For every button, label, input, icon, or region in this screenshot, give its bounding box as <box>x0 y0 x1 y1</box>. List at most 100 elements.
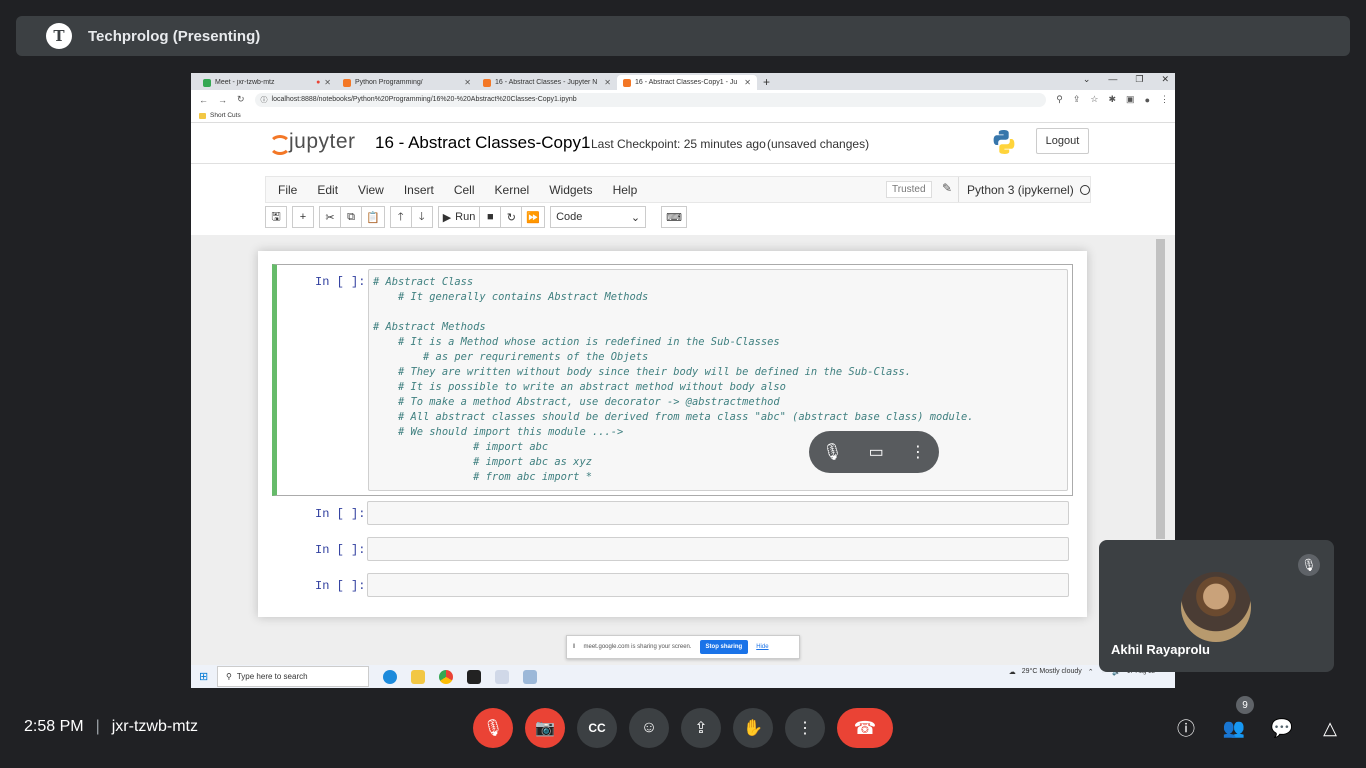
code-line: # We should import this module ...-> <box>373 426 624 438</box>
bookmark-star-icon[interactable]: ☆ <box>1090 94 1098 105</box>
code-editor[interactable] <box>367 573 1069 597</box>
menu-insert[interactable]: Insert <box>394 183 444 197</box>
browser-tab[interactable]: Python Programming/ ✕ <box>337 75 477 90</box>
participant-tile[interactable]: 🎙 Akhil Rayaprolu <box>1099 540 1334 672</box>
drag-handle-icon[interactable]: ‖ <box>573 644 575 650</box>
info-icon: ⓘ <box>260 96 268 104</box>
paste-icon[interactable]: 📋 <box>361 206 385 228</box>
edge-icon[interactable] <box>383 669 397 684</box>
restore-icon[interactable]: ❐ <box>1135 74 1143 85</box>
windows-start-icon[interactable]: ⊞ <box>199 670 208 683</box>
notepad-icon[interactable] <box>495 669 509 684</box>
code-cell-selected[interactable]: In [ ]: # Abstract Class # It generally … <box>272 264 1073 496</box>
terminal-icon[interactable] <box>467 669 481 684</box>
code-editor[interactable] <box>367 537 1069 561</box>
file-explorer-icon[interactable] <box>411 669 425 684</box>
avatar <box>1181 572 1251 642</box>
tray-chevron-icon[interactable]: ⌃ <box>1088 668 1094 676</box>
extensions-icon[interactable]: ✱ <box>1109 94 1117 105</box>
menu-view[interactable]: View <box>348 183 394 197</box>
logout-button[interactable]: Logout <box>1036 128 1089 154</box>
fast-forward-icon[interactable]: ⏩ <box>521 206 546 228</box>
minimize-icon[interactable]: — <box>1108 74 1117 85</box>
meeting-details-button[interactable]: ⓘ <box>1172 714 1200 742</box>
edit-mode-pencil-icon: ✎ <box>942 181 953 195</box>
chrome-icon[interactable] <box>439 669 453 684</box>
share-icon[interactable]: ⇪ <box>1073 94 1081 105</box>
menu-widgets[interactable]: Widgets <box>539 183 602 197</box>
keyboard-icon[interactable]: ⌨ <box>661 206 687 228</box>
windows-taskbar: ⊞ ⚲ Type here to search ☁ 29°C Mostly cl… <box>191 665 1175 688</box>
taskbar-search[interactable]: ⚲ Type here to search <box>217 666 369 687</box>
code-cell[interactable]: In [ ]: <box>272 499 1073 529</box>
profile-icon[interactable]: ● <box>1145 95 1150 105</box>
url-field[interactable]: ⓘ localhost:8888/notebooks/Python%20Prog… <box>254 92 1047 107</box>
tab-search-icon[interactable]: ⌄ <box>1083 74 1091 85</box>
menu-file[interactable]: File <box>266 183 307 197</box>
kernel-name[interactable]: Python 3 (ipykernel) <box>967 183 1074 197</box>
notebook-name[interactable]: 16 - Abstract Classes-Copy1 <box>375 133 590 153</box>
camera-toggle-button[interactable]: 📷 <box>525 708 565 748</box>
save-icon[interactable]: 🖫 <box>265 206 287 228</box>
back-icon[interactable]: ← <box>199 95 208 105</box>
tab-label: Meet - jxr-tzwb-mtz <box>215 79 275 86</box>
new-tab-icon[interactable]: + <box>757 75 776 90</box>
chat-icon: 💬 <box>1270 717 1294 738</box>
browser-tab[interactable]: 16 - Abstract Classes - Jupyter N ✕ <box>477 75 617 90</box>
jupyter-logo-icon <box>269 131 291 155</box>
activities-button[interactable]: △ <box>1316 714 1344 742</box>
bookmark-item[interactable]: Short Cuts <box>210 112 241 119</box>
code-editor[interactable]: # Abstract Class # It generally contains… <box>368 269 1068 491</box>
run-button[interactable]: ▶ Run <box>437 206 481 228</box>
menu-kernel[interactable]: Kernel <box>485 183 540 197</box>
leave-call-button[interactable]: ☎ <box>837 708 893 748</box>
code-cell[interactable]: In [ ]: <box>272 535 1073 565</box>
close-tab-icon[interactable]: ✕ <box>744 78 751 87</box>
activities-icon: △ <box>1323 717 1337 738</box>
forward-icon[interactable]: → <box>218 95 227 105</box>
microphone-toggle-button[interactable]: 🎙 <box>473 708 513 748</box>
restart-icon[interactable]: ↻ <box>500 206 523 228</box>
menu-help[interactable]: Help <box>603 183 648 197</box>
move-down-icon[interactable]: 🡓 <box>410 206 433 228</box>
sidepanel-icon[interactable]: ▣ <box>1126 94 1135 105</box>
mic-off-icon[interactable]: 🎙 <box>822 442 842 462</box>
browser-tab[interactable]: Meet - jxr-tzwb-mtz ● ✕ <box>197 75 337 90</box>
captions-button[interactable]: CC <box>577 708 617 748</box>
more-options-button[interactable]: ⋮ <box>785 708 825 748</box>
close-tab-icon[interactable]: ✕ <box>604 78 611 87</box>
code-editor[interactable] <box>367 501 1069 525</box>
reactions-button[interactable]: ☺ <box>629 708 669 748</box>
weather-text[interactable]: 29°C Mostly cloudy <box>1022 668 1082 675</box>
menu-cell[interactable]: Cell <box>444 183 485 197</box>
people-button[interactable]: 👥 <box>1220 714 1248 742</box>
cell-type-select[interactable]: Code ⌄ <box>550 206 647 228</box>
zoom-icon[interactable]: ⚲ <box>1056 94 1063 105</box>
reload-icon[interactable]: ↻ <box>237 94 245 105</box>
browser-menu-icon[interactable]: ⋮ <box>1160 94 1169 105</box>
hide-link[interactable]: Hide <box>756 644 768 650</box>
camera-off-icon[interactable]: ▭ <box>869 442 884 462</box>
code-cell[interactable]: In [ ]: <box>272 571 1073 601</box>
stop-sharing-button[interactable]: Stop sharing <box>699 640 749 654</box>
scrollbar[interactable] <box>1156 239 1165 539</box>
move-up-icon[interactable]: 🡑 <box>389 206 412 228</box>
participant-name: Akhil Rayaprolu <box>1111 642 1210 657</box>
trusted-badge[interactable]: Trusted <box>886 181 932 198</box>
copy-icon[interactable]: ⧉ <box>340 206 362 228</box>
more-icon[interactable]: ⋮ <box>910 442 926 462</box>
chat-button[interactable]: 💬 <box>1268 714 1296 742</box>
browser-tab-active[interactable]: 16 - Abstract Classes-Copy1 - Ju ✕ <box>617 75 757 90</box>
jupyter-logo[interactable]: jupyter <box>269 130 356 155</box>
present-button[interactable]: ⇪ <box>681 708 721 748</box>
insert-cell-icon[interactable]: + <box>292 206 314 228</box>
menu-edit[interactable]: Edit <box>307 183 348 197</box>
cut-icon[interactable]: ✂ <box>319 206 341 228</box>
app-icon[interactable] <box>523 669 537 684</box>
cell-prompt: In [ ]: <box>315 275 366 289</box>
raise-hand-button[interactable]: ✋ <box>733 708 773 748</box>
close-window-icon[interactable]: ✕ <box>1161 74 1169 85</box>
close-tab-icon[interactable]: ✕ <box>464 78 471 87</box>
close-tab-icon[interactable]: ✕ <box>324 78 331 87</box>
stop-icon[interactable]: ■ <box>479 206 502 228</box>
